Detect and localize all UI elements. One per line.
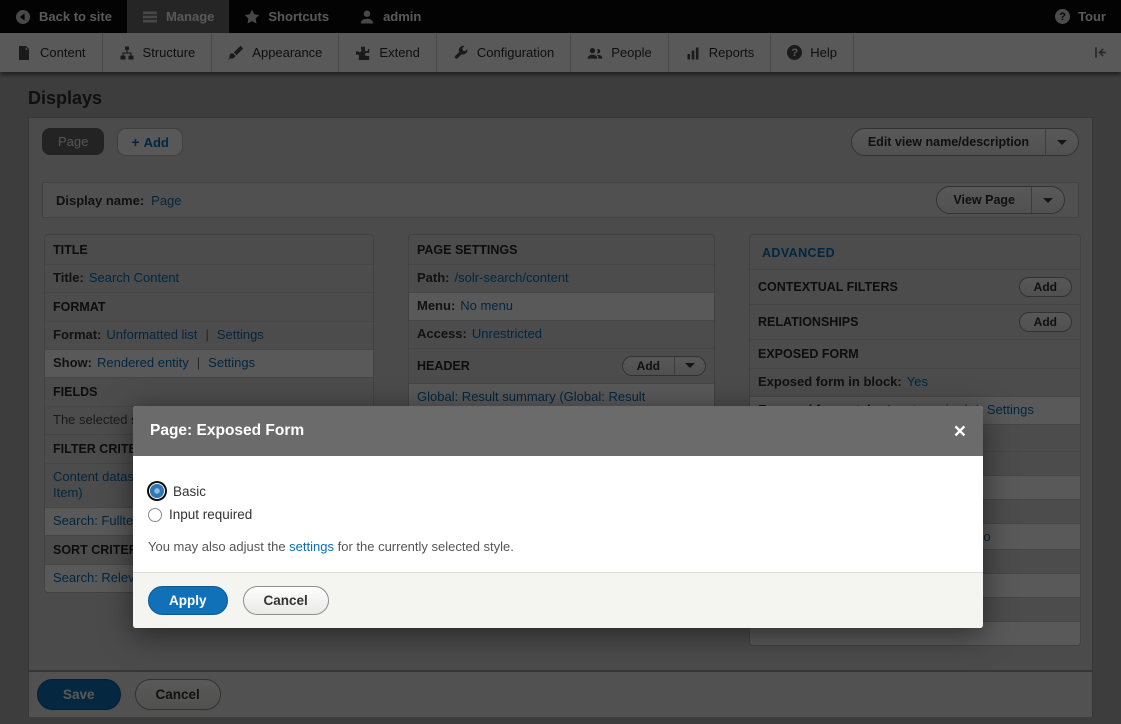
radio-option-basic[interactable]: Basic <box>148 482 968 500</box>
dialog-body: Basic Input required You may also adjust… <box>133 456 983 572</box>
dialog-note: You may also adjust the settings for the… <box>148 539 968 554</box>
radio-input-required-label: Input required <box>169 507 252 522</box>
apply-button[interactable]: Apply <box>148 586 228 615</box>
dialog-cancel-button[interactable]: Cancel <box>243 586 329 615</box>
radio-unchecked-icon[interactable] <box>148 508 162 522</box>
dialog-header[interactable]: Page: Exposed Form × <box>133 406 983 456</box>
dialog-footer: Apply Cancel <box>133 572 983 628</box>
radio-option-input-required[interactable]: Input required <box>148 507 968 522</box>
settings-link[interactable]: settings <box>289 539 334 554</box>
radio-checked-icon[interactable] <box>150 484 164 498</box>
dialog-title: Page: Exposed Form <box>150 422 304 440</box>
note-suffix: for the currently selected style. <box>334 539 514 554</box>
exposed-form-dialog: Page: Exposed Form × Basic Input require… <box>133 406 983 628</box>
note-prefix: You may also adjust the <box>148 539 289 554</box>
radio-basic-label: Basic <box>173 484 206 499</box>
close-icon[interactable]: × <box>954 421 966 442</box>
